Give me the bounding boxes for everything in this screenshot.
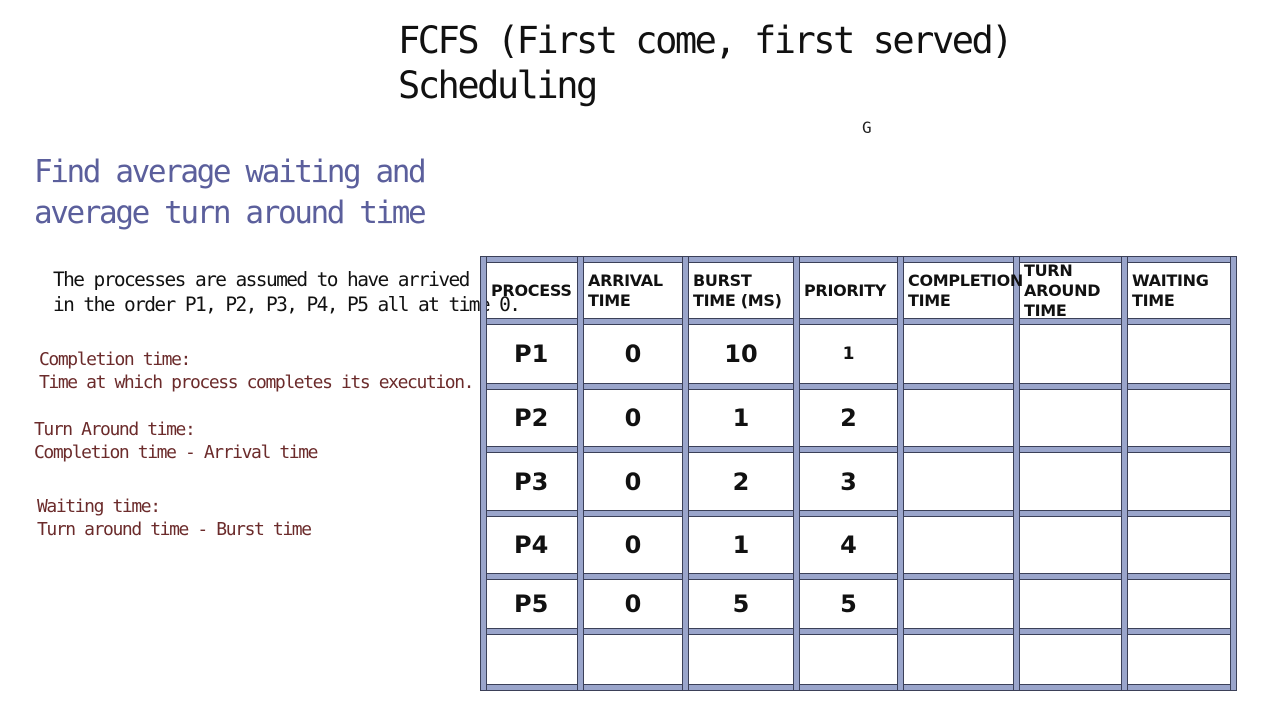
table-header-line: TIME	[588, 290, 631, 310]
table-row-divider	[480, 628, 1237, 635]
table-cell-waiting	[1128, 325, 1230, 383]
table-cell-burst: 2	[732, 467, 750, 496]
table-header-line: TIME	[1132, 290, 1175, 310]
table-column-divider	[1121, 256, 1128, 691]
table-cell-burst	[689, 635, 793, 684]
definition-term: Completion time:	[39, 349, 191, 370]
table-row-divider	[480, 383, 1237, 390]
table-column-divider	[577, 256, 584, 691]
table-header-line: TIME	[908, 290, 951, 310]
table-cell-priority: 3	[840, 467, 857, 496]
table-header-line: COMPLETION	[908, 270, 1023, 290]
table-cell-process: P3	[514, 467, 549, 496]
table-header-burst: BURST TIME (MS)	[689, 263, 793, 318]
table-cell-completion	[904, 390, 1013, 446]
table-cell-arrival: 0	[624, 404, 642, 432]
table-header-line: BURST	[693, 270, 752, 290]
definition-turnaround-time: Turn Around time: Completion time - Arri…	[34, 418, 319, 464]
table-row-divider	[480, 510, 1237, 517]
table-cell-priority: 2	[840, 404, 857, 432]
table-cell-waiting	[1128, 517, 1230, 573]
table-cell-waiting	[1128, 635, 1230, 684]
table-cell-turnaround	[1020, 390, 1121, 446]
table-header-line: PRIORITY	[804, 280, 886, 300]
table-cell-completion	[904, 453, 1013, 510]
definition-text: Turn around time - Burst time	[37, 519, 312, 540]
definition-waiting-time: Waiting time: Turn around time - Burst t…	[37, 495, 312, 541]
slide-title: FCFS (First come, first served) Scheduli…	[398, 18, 1014, 108]
question-heading-line-1: Find average waiting and	[34, 154, 427, 190]
table-column-divider	[682, 256, 689, 691]
table-column-divider	[793, 256, 800, 691]
assumption-line-1: The processes are assumed to have arrive…	[53, 268, 470, 291]
definition-term: Turn Around time:	[34, 419, 196, 440]
table-cell-burst: 5	[732, 590, 750, 618]
table-row-divider	[480, 684, 1237, 691]
table-row-divider	[480, 256, 1237, 263]
table-cell-priority	[800, 635, 897, 684]
table-header-line: WAITING	[1132, 270, 1209, 290]
table-header-line: TIME	[1024, 300, 1067, 320]
table-column-divider	[1230, 256, 1237, 691]
table-cell-arrival: 0	[624, 590, 642, 618]
table-cell-arrival: 0	[624, 531, 642, 559]
table-cell-priority: 1	[842, 344, 855, 364]
table-cell-arrival: 0	[624, 340, 642, 368]
table-cell-priority: 4	[840, 531, 857, 559]
table-cell-completion	[904, 517, 1013, 573]
table-cell-process: P4	[514, 531, 549, 559]
table-cell-completion	[904, 580, 1013, 628]
table-cell-waiting	[1128, 453, 1230, 510]
stray-glyph: G	[862, 118, 872, 137]
question-heading: Find average waiting and average turn ar…	[34, 152, 427, 234]
table-cell-arrival	[584, 635, 682, 684]
definition-text: Time at which process completes its exec…	[39, 372, 475, 393]
table-cell-process: P1	[514, 340, 549, 368]
table-cell-process: P2	[514, 404, 549, 432]
assumption-line-2: in the order P1, P2, P3, P4, P5 all at t…	[53, 293, 521, 316]
table-header-line: AROUND	[1024, 280, 1101, 300]
table-cell-turnaround	[1020, 325, 1121, 383]
table-column-divider	[897, 256, 904, 691]
table-row-divider	[480, 318, 1237, 325]
table-header-line: TURN	[1024, 260, 1073, 280]
table-cell-priority: 5	[840, 590, 857, 618]
table-cell-process	[487, 635, 577, 684]
table-column-divider	[1013, 256, 1020, 691]
table-header-priority: PRIORITY	[800, 263, 897, 318]
table-cell-waiting	[1128, 580, 1230, 628]
table-header-line: ARRIVAL	[588, 270, 663, 290]
table-cell-burst: 1	[732, 404, 750, 432]
table-row-divider	[480, 573, 1237, 580]
table-cell-turnaround	[1020, 453, 1121, 510]
slide-title-line-2: Scheduling	[398, 64, 598, 107]
table-row-divider	[480, 446, 1237, 453]
question-heading-line-2: average turn around time	[34, 195, 427, 231]
definition-term: Waiting time:	[37, 496, 161, 517]
table-cell-completion	[904, 635, 1013, 684]
table-cell-completion	[904, 325, 1013, 383]
table-cell-burst: 1	[732, 531, 750, 559]
table-cell-waiting	[1128, 390, 1230, 446]
definition-text: Completion time - Arrival time	[34, 442, 319, 463]
table-column-divider	[480, 256, 487, 691]
table-cell-burst: 10	[724, 340, 758, 368]
table-header-turnaround: TURN AROUND TIME	[1020, 260, 1121, 320]
table-header-waiting: WAITING TIME	[1128, 263, 1230, 318]
table-header-completion: COMPLETION TIME	[904, 263, 1023, 318]
table-cell-turnaround	[1020, 580, 1121, 628]
slide-title-line-1: FCFS (First come, first served)	[398, 19, 1014, 62]
table-header-arrival: ARRIVAL TIME	[584, 263, 682, 318]
definition-completion-time: Completion time: Time at which process c…	[39, 348, 475, 394]
table-cell-process: P5	[514, 590, 549, 618]
table-cell-turnaround	[1020, 517, 1121, 573]
table-cell-arrival: 0	[624, 467, 642, 496]
assumption-note: The processes are assumed to have arrive…	[53, 267, 521, 317]
table-header-line: TIME (MS)	[693, 290, 782, 310]
table-cell-turnaround	[1020, 635, 1121, 684]
